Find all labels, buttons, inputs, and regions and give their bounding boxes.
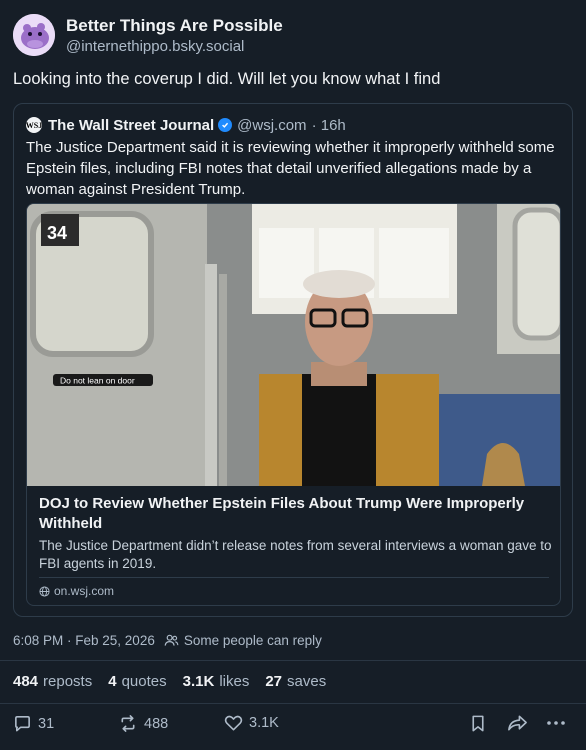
likes-stat[interactable]: 3.1K likes (183, 673, 250, 690)
quoted-post[interactable]: WSJ The Wall Street Journal @wsj.com · 1… (13, 103, 573, 617)
bookmark-icon (472, 715, 484, 732)
repost-icon (121, 715, 135, 732)
action-bar: 31 488 3.1K (0, 708, 586, 742)
more-dots-icon (547, 721, 565, 725)
quoted-post-time: · 16h (311, 116, 346, 134)
car-number: 34 (47, 223, 67, 243)
reposts-label: reposts (43, 673, 93, 690)
heart-icon (224, 715, 243, 731)
actions-top-divider (0, 703, 586, 704)
quotes-label: quotes (121, 673, 167, 690)
verified-badge-icon (218, 118, 233, 132)
post-meta: 6:08 PM · Feb 25, 2026 Some people can r… (13, 633, 322, 648)
saves-count: 27 (265, 673, 283, 690)
article-photo: 34 Do not lean on door (27, 204, 560, 486)
reply-count: 31 (38, 715, 55, 732)
post-timestamp: 6:08 PM · Feb 25, 2026 (13, 633, 155, 648)
post-thread-view: Better Things Are Possible @internethipp… (0, 0, 586, 750)
quoted-post-text: The Justice Department said it is review… (26, 139, 555, 198)
share-button[interactable] (507, 714, 534, 732)
link-domain-text: on.wsj.com (54, 584, 115, 598)
people-icon (164, 634, 179, 646)
link-card[interactable]: 34 Do not lean on door DOJ to Review Whe… (26, 203, 561, 606)
globe-icon (39, 585, 50, 597)
author-display-name[interactable]: Better Things Are Possible (66, 16, 283, 36)
engagement-stats: 484 reposts 4 quotes 3.1K likes 27 saves (13, 673, 342, 690)
door-sign: Do not lean on door (60, 376, 135, 386)
like-count: 3.1K (249, 715, 279, 731)
quoted-author-handle[interactable]: @wsj.com (237, 117, 306, 134)
link-divider (39, 577, 549, 578)
reply-setting[interactable]: Some people can reply (184, 633, 322, 648)
quoted-author-name[interactable]: The Wall Street Journal (48, 117, 214, 134)
like-button[interactable]: 3.1K (224, 714, 279, 732)
likes-count: 3.1K (182, 673, 215, 690)
quoted-post-header: WSJ The Wall Street Journal @wsj.com · 1… (26, 116, 346, 134)
reposts-stat[interactable]: 484 reposts (13, 673, 92, 690)
quotes-count: 4 (108, 673, 117, 690)
likes-label: likes (219, 673, 250, 690)
link-title[interactable]: DOJ to Review Whether Epstein Files Abou… (39, 494, 549, 534)
share-icon (508, 715, 527, 731)
quotes-stat[interactable]: 4 quotes (108, 673, 166, 690)
reply-icon (15, 716, 30, 732)
repost-count: 488 (144, 715, 169, 732)
saves-stat[interactable]: 27 saves (265, 673, 326, 690)
more-options-button[interactable] (546, 714, 572, 732)
saves-label: saves (287, 673, 327, 690)
wsj-avatar[interactable]: WSJ (26, 117, 42, 133)
link-description: The Justice Department didn’t release no… (39, 538, 552, 571)
hippo-avatar-icon (13, 14, 55, 56)
stats-top-divider (0, 660, 586, 661)
reposts-count: 484 (13, 673, 39, 690)
link-domain: on.wsj.com (39, 584, 114, 598)
reply-button[interactable]: 31 (13, 714, 54, 733)
repost-button[interactable]: 488 (118, 714, 168, 733)
author-handle[interactable]: @internethippo.bsky.social (66, 38, 244, 55)
author-avatar[interactable] (13, 14, 55, 56)
bookmark-button[interactable] (470, 714, 492, 733)
post-text: Looking into the coverup I did. Will let… (13, 70, 441, 88)
